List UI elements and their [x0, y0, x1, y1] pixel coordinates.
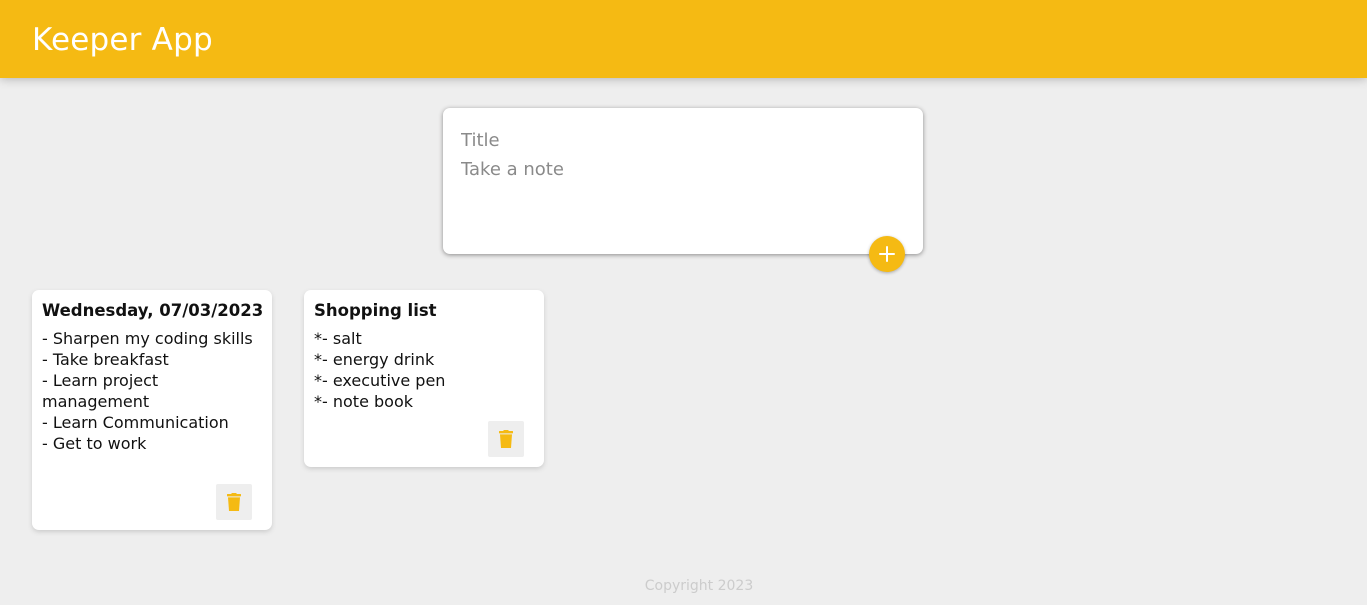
- note-card: Shopping list *- salt *- energy drink *-…: [304, 290, 544, 467]
- footer: Copyright 2023: [0, 578, 1367, 594]
- note-content: *- salt *- energy drink *- executive pen…: [314, 329, 446, 411]
- create-note-form: [443, 108, 923, 254]
- app-header: Keeper App: [0, 0, 1367, 78]
- note-content: - Sharpen my coding skills - Take breakf…: [42, 329, 253, 453]
- copyright-text: Copyright 2023: [644, 578, 754, 594]
- trash-icon: [499, 430, 513, 448]
- add-note-button[interactable]: [869, 236, 905, 272]
- note-title: Wednesday, 07/03/2023: [42, 301, 264, 320]
- delete-note-button[interactable]: [216, 484, 252, 520]
- trash-icon: [227, 493, 241, 511]
- delete-note-button[interactable]: [488, 421, 524, 457]
- note-title: Shopping list: [314, 301, 437, 320]
- plus-icon: [879, 246, 895, 262]
- app-title: Keeper App: [32, 22, 213, 58]
- note-content-input[interactable]: [461, 159, 901, 239]
- note-title-input[interactable]: [461, 127, 901, 153]
- note-card: Wednesday, 07/03/2023 - Sharpen my codin…: [32, 290, 272, 530]
